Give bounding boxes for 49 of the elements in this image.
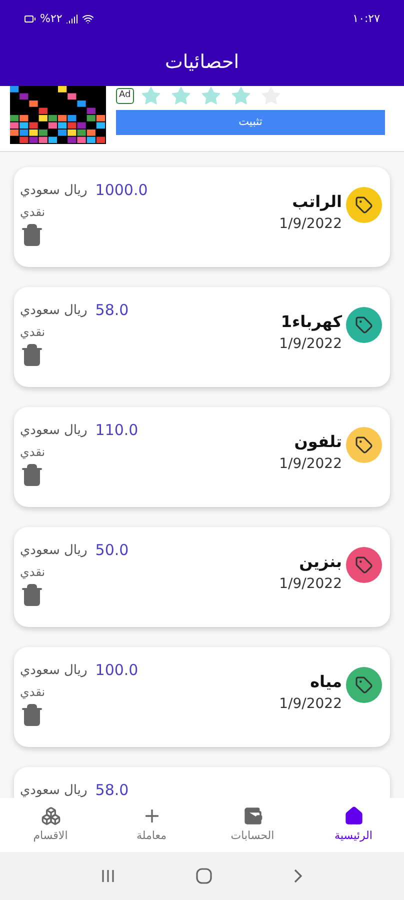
currency-label: ريال سعودي <box>20 422 88 440</box>
transaction-title: كهرباء1 <box>280 310 342 333</box>
delete-icon[interactable] <box>20 342 44 366</box>
amount-value: 110.0 <box>95 420 138 441</box>
transaction-date: 1/9/2022 <box>279 214 342 234</box>
delete-icon[interactable] <box>20 582 44 606</box>
wallet-icon <box>242 806 262 826</box>
nav-tab[interactable]: الاقسام <box>0 798 101 852</box>
battery-icon <box>24 13 36 25</box>
delete-icon[interactable] <box>20 222 44 246</box>
currency-label: ريال سعودي <box>20 662 88 680</box>
delete-icon[interactable] <box>20 462 44 486</box>
delete-icon[interactable] <box>20 702 44 726</box>
transaction-title: تلفون <box>294 430 342 453</box>
transaction-title: بنزين <box>299 550 342 573</box>
amount-value: 58.0 <box>95 300 129 321</box>
transaction-date: 1/9/2022 <box>279 694 342 714</box>
signal-icon <box>66 13 78 25</box>
currency-label: ريال سعودي <box>20 182 88 200</box>
transaction-date: 1/9/2022 <box>279 574 342 594</box>
payment-type: نقدي <box>20 444 46 460</box>
transaction-title: الراتب <box>292 190 342 213</box>
currency-label: ريال سعودي <box>20 302 88 320</box>
nav-tab[interactable]: الرئيسية <box>303 798 404 852</box>
payment-type: نقدي <box>20 324 46 340</box>
transaction-date: 1/9/2022 <box>279 454 342 474</box>
nav-tab[interactable]: الحسابات <box>202 798 303 852</box>
transaction-date: 1/9/2022 <box>279 334 342 354</box>
amount-value: 1000.0 <box>95 180 148 201</box>
ad-badge: Ad <box>116 88 134 104</box>
battery-level: %٢٢ <box>40 10 62 27</box>
nav-tab[interactable]: معاملة <box>101 798 202 852</box>
amount-value: 50.0 <box>95 540 129 561</box>
amount-value: 100.0 <box>95 660 138 681</box>
clock: ١٠:٢٧ <box>352 10 380 27</box>
install-button[interactable]: تثبيت <box>116 110 385 135</box>
transaction-title: مياه <box>310 670 342 692</box>
boxes-icon <box>40 806 60 826</box>
chevron-right-icon[interactable] <box>292 868 304 884</box>
screen-title: احصائيات <box>165 50 239 75</box>
home-icon <box>344 806 364 826</box>
payment-type: نقدي <box>20 684 46 700</box>
payment-type: نقدي <box>20 204 46 220</box>
currency-label: ريال سعودي <box>20 782 88 798</box>
home-button-icon[interactable] <box>194 867 213 885</box>
currency-label: ريال سعودي <box>20 542 88 560</box>
recent-apps-icon[interactable] <box>100 868 116 884</box>
amount-value: 58.0 <box>95 780 129 798</box>
payment-type: نقدي <box>20 564 46 580</box>
